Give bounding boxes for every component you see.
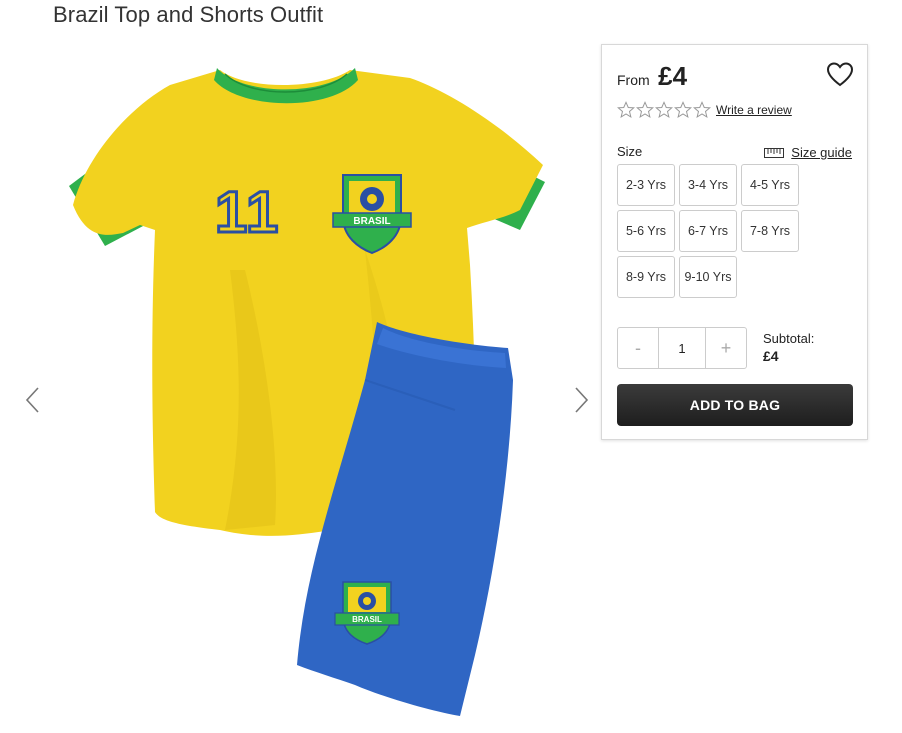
badge-text: BRASIL — [352, 615, 382, 624]
subtotal-value: £4 — [763, 348, 779, 364]
chevron-left-icon[interactable] — [22, 385, 44, 415]
size-label: Size — [617, 144, 643, 159]
ruler-icon — [764, 147, 785, 158]
star-rating — [617, 101, 711, 119]
jersey-number: 11 — [215, 180, 280, 245]
size-option[interactable]: 2-3 Yrs — [617, 164, 675, 206]
quantity-input[interactable] — [658, 328, 706, 368]
size-option[interactable]: 9-10 Yrs — [679, 256, 737, 298]
badge-text: BRASIL — [353, 216, 390, 227]
size-option[interactable]: 3-4 Yrs — [679, 164, 737, 206]
quantity-stepper: - + — [617, 327, 747, 369]
size-options: 2-3 Yrs 3-4 Yrs 4-5 Yrs 5-6 Yrs 6-7 Yrs … — [617, 164, 817, 298]
product-gallery: 11 BRASIL BRASIL — [15, 40, 595, 730]
size-option[interactable]: 4-5 Yrs — [741, 164, 799, 206]
size-guide-label: Size guide — [791, 145, 852, 160]
size-guide-link[interactable]: Size guide — [764, 145, 852, 160]
star-outline-icon — [655, 101, 673, 118]
decrement-button[interactable]: - — [618, 328, 658, 368]
purchase-panel: From £4 Write a review Size Size guide 2… — [601, 44, 868, 440]
increment-button[interactable]: + — [706, 328, 746, 368]
price-value: £4 — [658, 61, 688, 91]
heart-icon[interactable] — [826, 61, 854, 89]
star-outline-icon — [636, 101, 654, 118]
size-option[interactable]: 5-6 Yrs — [617, 210, 675, 252]
add-to-bag-button[interactable]: ADD TO BAG — [617, 384, 853, 426]
subtotal: Subtotal: £4 — [763, 331, 814, 364]
star-outline-icon — [693, 101, 711, 118]
rating: Write a review — [617, 101, 792, 119]
size-option[interactable]: 8-9 Yrs — [617, 256, 675, 298]
star-outline-icon — [674, 101, 692, 118]
product-image: 11 BRASIL BRASIL — [69, 68, 545, 716]
size-option[interactable]: 6-7 Yrs — [679, 210, 737, 252]
page-title: Brazil Top and Shorts Outfit — [53, 2, 324, 27]
chevron-right-icon[interactable] — [570, 385, 592, 415]
size-option[interactable]: 7-8 Yrs — [741, 210, 799, 252]
subtotal-label: Subtotal: — [763, 331, 815, 346]
price: From £4 — [617, 61, 687, 92]
star-outline-icon — [617, 101, 635, 118]
price-prefix: From — [617, 72, 650, 88]
write-review-link[interactable]: Write a review — [716, 103, 792, 117]
